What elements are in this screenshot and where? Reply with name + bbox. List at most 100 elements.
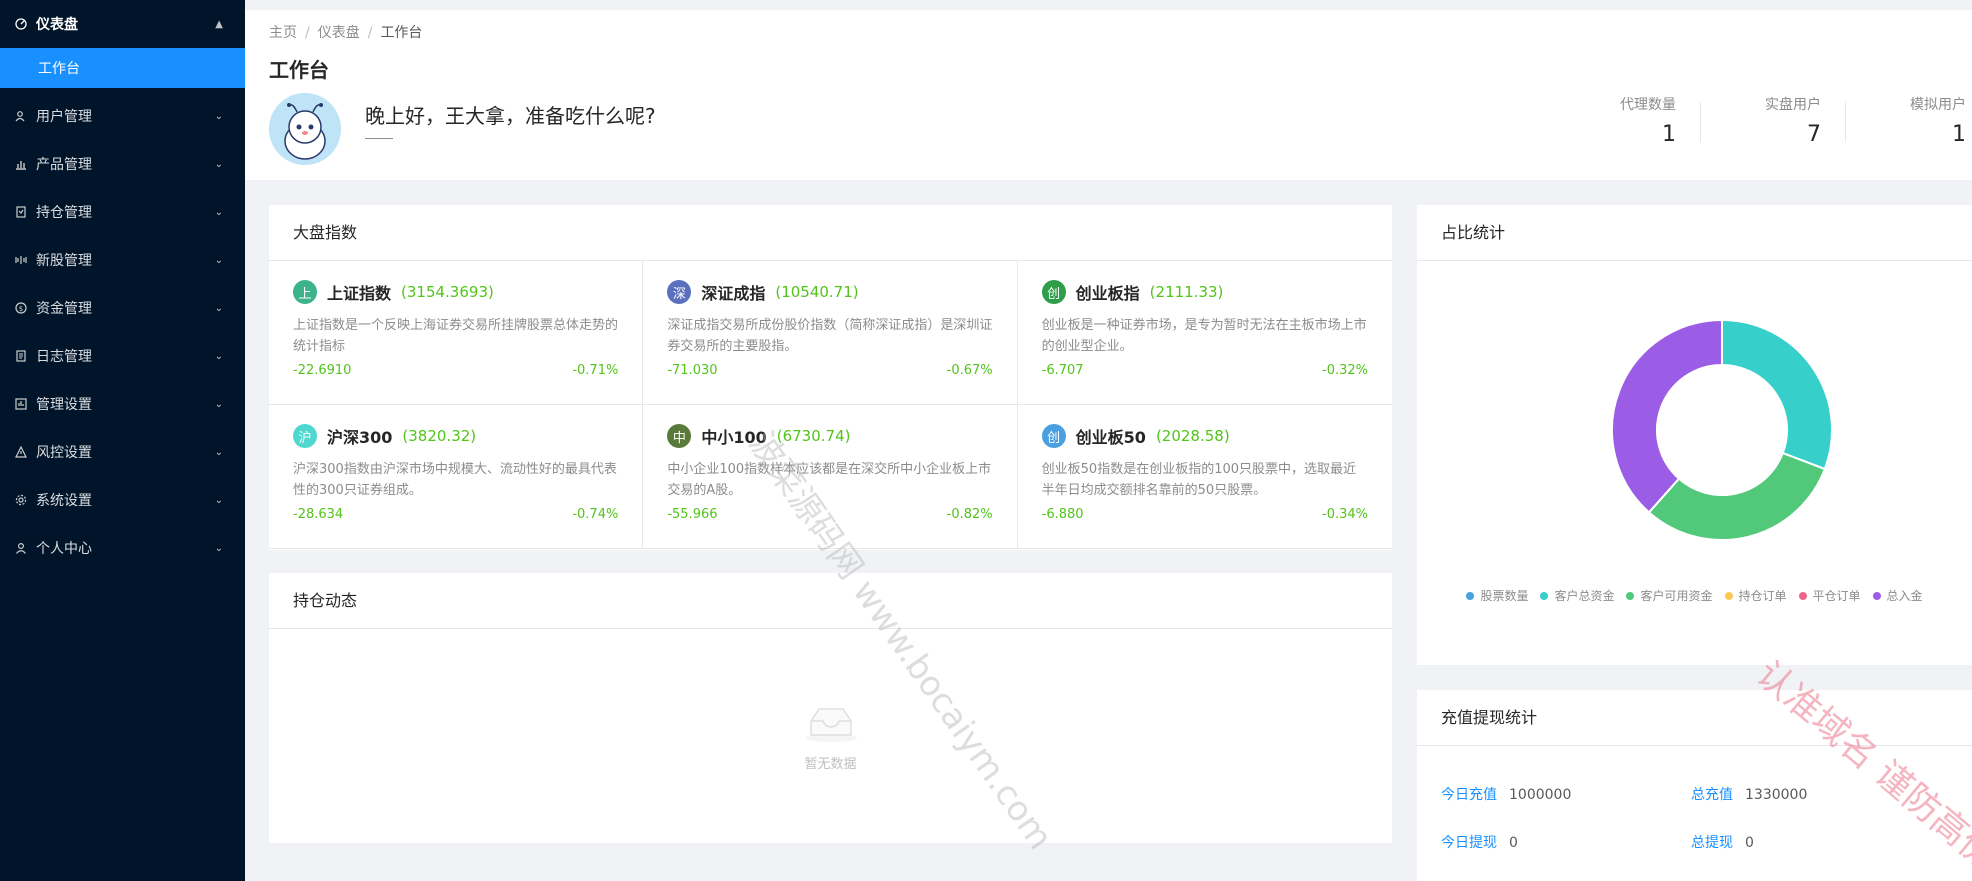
- chevron-down-icon: ⌄: [214, 398, 223, 410]
- sidebar-item-position-management[interactable]: 持仓管理 ⌄: [0, 188, 245, 236]
- legend-label: 平仓订单: [1812, 589, 1861, 603]
- recharge-label[interactable]: 今日充值: [1441, 787, 1497, 803]
- stat-label: 实盘用户: [1765, 97, 1821, 113]
- stat-label: 模拟用户: [1910, 97, 1966, 113]
- index-pct: -0.82%: [946, 507, 993, 522]
- index-value: (2111.33): [1149, 283, 1224, 301]
- legend-item[interactable]: 客户可用资金: [1626, 587, 1713, 604]
- chevron-down-icon: ⌄: [214, 110, 223, 122]
- sidebar-item-risk-settings[interactable]: 风控设置 ⌄: [0, 428, 245, 476]
- index-cell: 中中小100 (6730.74) 中小企业100指数样本应该都是在深交所中小企业板上…: [643, 405, 1018, 549]
- index-pct: -0.34%: [1322, 507, 1368, 522]
- sidebar-item-label: 管理设置: [36, 397, 92, 413]
- empty-text: 暂无数据: [804, 757, 857, 772]
- user-icon: [14, 541, 28, 555]
- index-name: 中小100: [701, 428, 767, 447]
- chevron-down-icon: ⌄: [214, 254, 223, 266]
- submenu-dashboard: 工作台: [0, 48, 245, 88]
- index-cell: 创创业板指 (2111.33) 创业板是一种证券市场，是专为暂时无法在主板市场上市的…: [1017, 261, 1392, 405]
- index-head: 沪沪深300 (3820.32): [293, 423, 618, 449]
- positions-card: 持仓动态 暂无数据: [269, 573, 1392, 843]
- index-cell: 上上证指数 (3154.3693) 上证指数是一个反映上海证券交易所挂牌股票总体走势…: [269, 261, 644, 405]
- legend-item[interactable]: 客户总资金: [1540, 587, 1614, 604]
- dashboard-icon: [14, 17, 28, 31]
- sidebar-item-personal-center[interactable]: 个人中心 ⌄: [0, 524, 245, 572]
- index-change: -71.030: [667, 363, 718, 378]
- sidebar-item-label: 新股管理: [36, 253, 92, 269]
- warning-icon: [14, 445, 28, 459]
- index-badge: 深: [667, 280, 692, 304]
- greeting-divider: [365, 138, 393, 139]
- sidebar-item-log-management[interactable]: 日志管理 ⌄: [0, 332, 245, 380]
- sidebar: 仪表盘 ▲ 工作台 用户管理 ⌄ 产品管理 ⌄ 持仓管理 ⌄ 新股管理 ⌄ $ …: [0, 0, 245, 881]
- legend-item[interactable]: 持仓订单: [1724, 587, 1787, 604]
- index-head: 创创业板50 (2028.58): [1041, 423, 1368, 449]
- ratio-card: 占比统计 股票数量 客户总资金 客户可用资金 持仓订单 平仓订单 总入金: [1417, 205, 1972, 665]
- sidebar-item-dashboard[interactable]: 仪表盘 ▲: [0, 0, 245, 48]
- sidebar-item-label: 风控设置: [36, 445, 92, 461]
- legend-label: 客户可用资金: [1640, 589, 1713, 603]
- withdraw-label[interactable]: 总提现: [1691, 835, 1733, 851]
- index-desc: 创业板是一种证券市场，是专为暂时无法在主板市场上市的创业型企业。: [1041, 318, 1367, 354]
- empty-inbox-icon: [803, 703, 859, 743]
- recharge-total: 总充值 1330000: [1691, 784, 1807, 804]
- donut-slice-2[interactable]: [1647, 451, 1827, 541]
- stat-agents: 代理数量 1: [1556, 94, 1676, 147]
- chevron-up-icon: ▲: [215, 18, 223, 30]
- recharge-card: 充值提现统计 今日充值 1000000 总充值 1330000 今日提现 0 总提现 0: [1417, 690, 1972, 881]
- sidebar-item-admin-settings[interactable]: 管理设置 ⌄: [0, 380, 245, 428]
- index-foot: -55.966 -0.82%: [667, 507, 992, 522]
- index-value: (10540.71): [775, 283, 859, 301]
- index-change: -6.707: [1041, 363, 1084, 378]
- sidebar-item-fund-management[interactable]: $ 资金管理 ⌄: [0, 284, 245, 332]
- index-value: (2028.58): [1155, 427, 1230, 445]
- svg-text:$: $: [19, 305, 23, 313]
- market-index-card: 大盘指数 上上证指数 (3154.3693) 上证指数是一个反映上海证券交易所挂牌股…: [269, 205, 1392, 550]
- sidebar-item-ipo-management[interactable]: 新股管理 ⌄: [0, 236, 245, 284]
- index-desc: 沪深300指数由沪深市场中规模大、流动性好的最具代表性的300只证券组成。: [293, 462, 617, 498]
- index-change: -55.966: [667, 507, 718, 522]
- stat-value: 1: [1952, 122, 1966, 147]
- users-icon: [14, 109, 28, 123]
- legend-item[interactable]: 总入金: [1872, 587, 1923, 604]
- admin-icon: [14, 397, 28, 411]
- legend-item[interactable]: 股票数量: [1466, 587, 1528, 604]
- index-change: -22.6910: [293, 363, 352, 378]
- breadcrumb-dashboard[interactable]: 仪表盘: [318, 25, 360, 41]
- withdraw-value: 0: [1745, 835, 1754, 851]
- sidebar-item-label: 系统设置: [36, 493, 92, 509]
- withdraw-total: 总提现 0: [1691, 832, 1754, 852]
- withdraw-label[interactable]: 今日提现: [1441, 835, 1497, 851]
- recharge-label[interactable]: 总充值: [1691, 787, 1733, 803]
- legend-dot: [1540, 591, 1549, 600]
- legend-dot: [1466, 591, 1475, 600]
- main-content: 主页 / 仪表盘 / 工作台 工作台 晚上好，王大拿，准备吃什么呢? 代理数量 1: [245, 0, 1972, 881]
- recharge-value: 1000000: [1509, 787, 1572, 803]
- chevron-down-icon: ⌄: [214, 494, 223, 506]
- empty-state: 暂无数据: [269, 703, 1392, 772]
- donut-chart: [1611, 318, 1833, 541]
- index-foot: -28.634 -0.74%: [293, 507, 618, 522]
- chart-legend: 股票数量 客户总资金 客户可用资金 持仓订单 平仓订单 总入金: [1417, 587, 1972, 604]
- index-pct: -0.71%: [572, 363, 619, 378]
- breadcrumb-current: 工作台: [380, 25, 423, 41]
- sidebar-item-system-settings[interactable]: 系统设置 ⌄: [0, 476, 245, 524]
- sidebar-item-product-management[interactable]: 产品管理 ⌄: [0, 140, 245, 188]
- legend-label: 客户总资金: [1554, 589, 1615, 603]
- breadcrumb-home[interactable]: 主页: [269, 25, 297, 41]
- index-head: 中中小100 (6730.74): [667, 423, 992, 449]
- chevron-down-icon: ⌄: [214, 206, 223, 218]
- page-title: 工作台: [269, 58, 329, 82]
- donut-slice-5[interactable]: [1611, 318, 1723, 514]
- sidebar-subitem-workbench[interactable]: 工作台: [0, 48, 245, 88]
- donut-slice-1[interactable]: [1721, 318, 1833, 471]
- sidebar-item-user-management[interactable]: 用户管理 ⌄: [0, 92, 245, 140]
- stats-bar: 代理数量 1 实盘用户 7 模拟用户 1: [1556, 94, 1966, 147]
- legend-item[interactable]: 平仓订单: [1798, 587, 1861, 604]
- greeting-text: 晚上好，王大拿，准备吃什么呢?: [365, 104, 656, 128]
- index-badge: 创: [1041, 424, 1066, 448]
- index-head: 深深证成指 (10540.71): [667, 279, 992, 305]
- index-pct: -0.67%: [946, 363, 993, 378]
- index-foot: -6.707 -0.32%: [1042, 363, 1368, 378]
- stat-real-users: 实盘用户 7: [1701, 94, 1821, 147]
